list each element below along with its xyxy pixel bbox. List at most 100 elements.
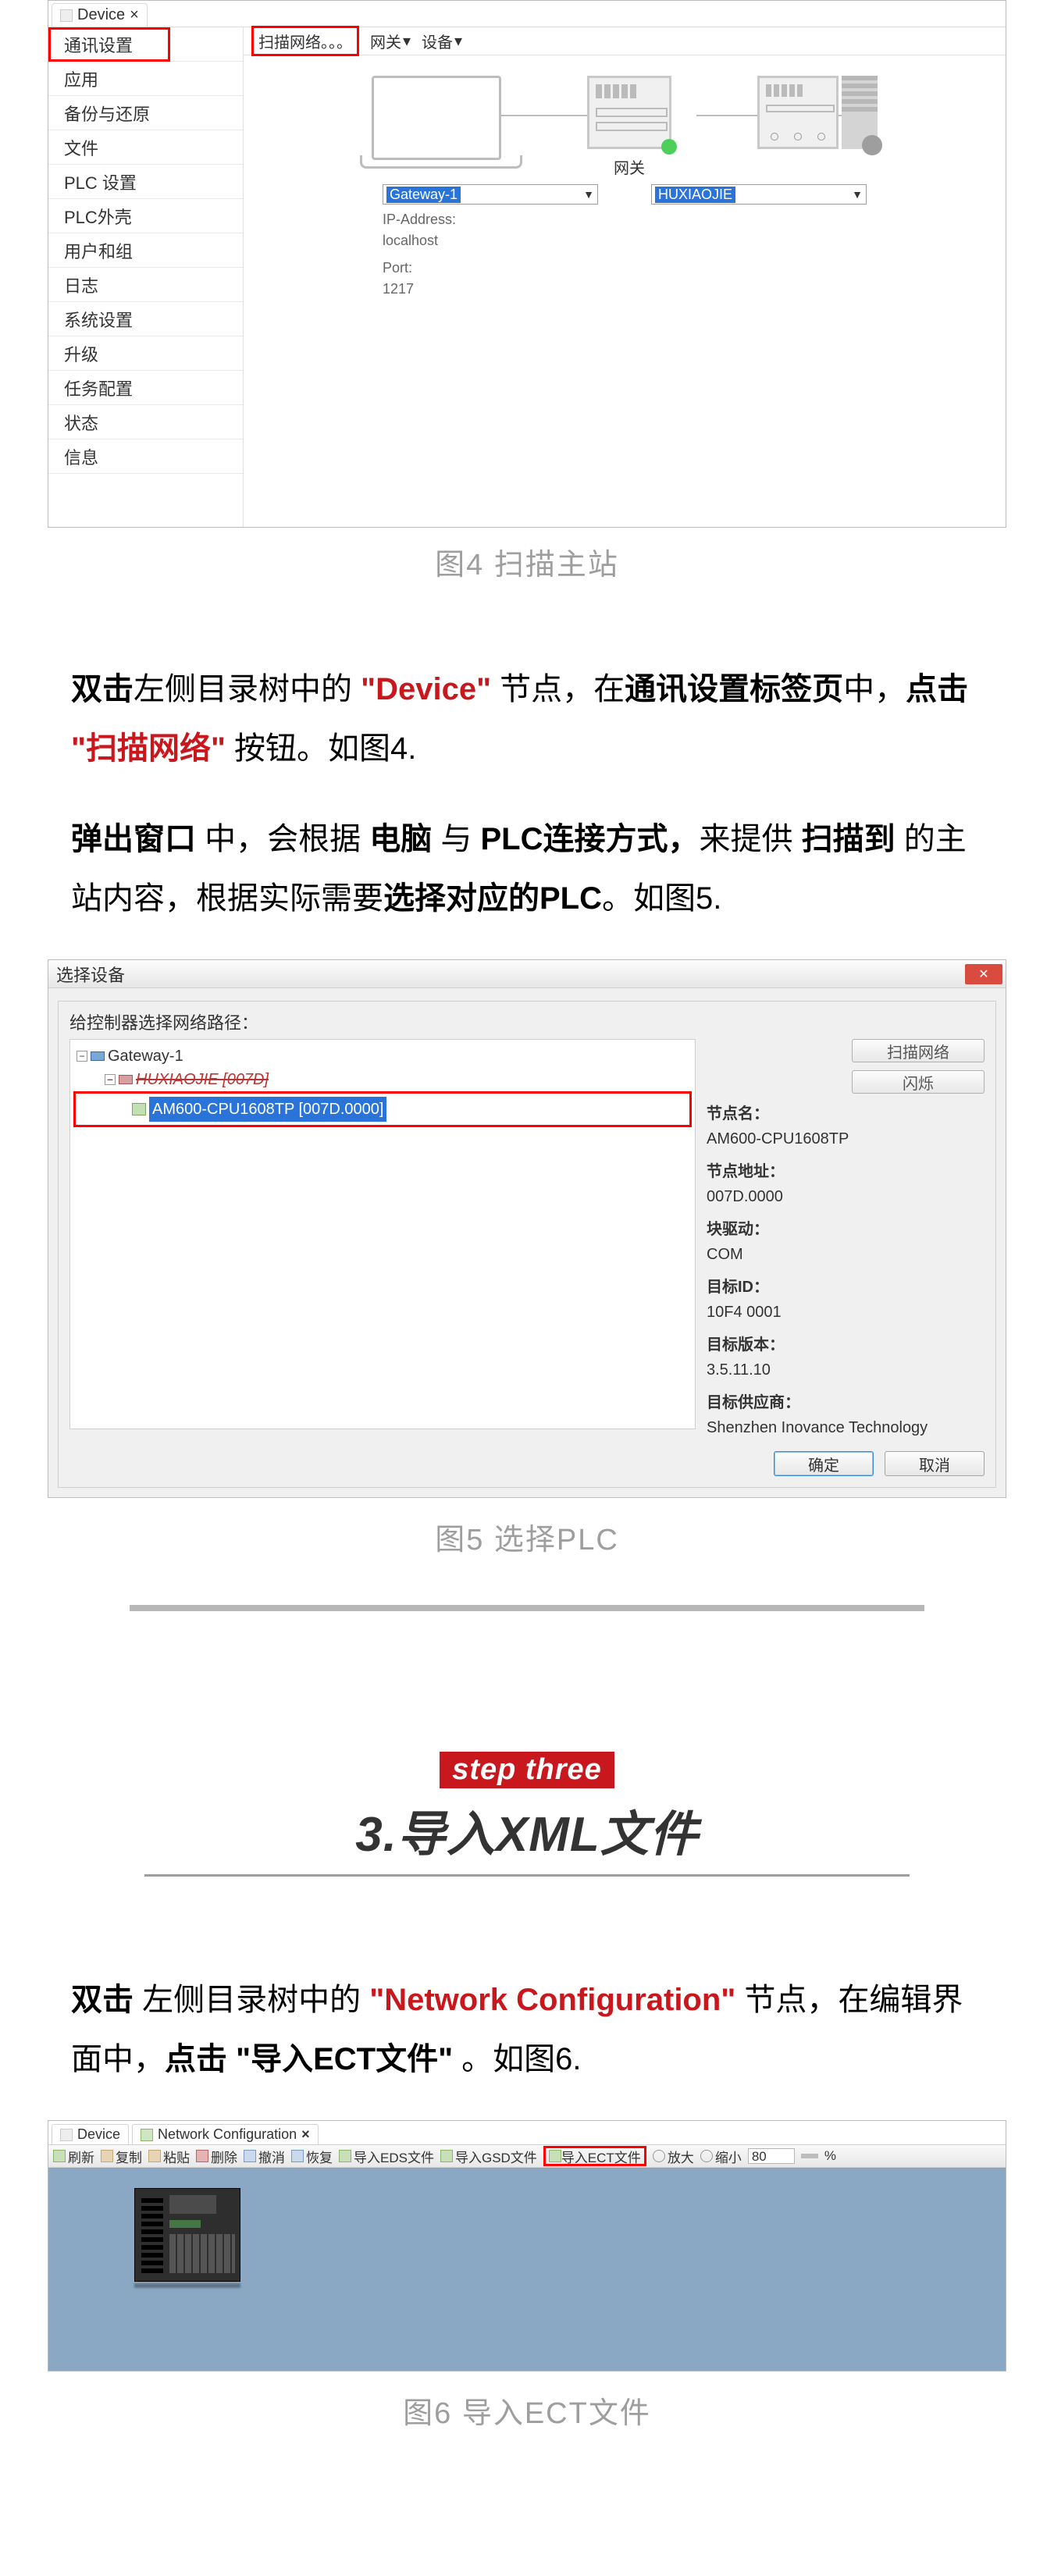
plc-icon [132,1103,146,1115]
fig4-tab-label: Device [77,6,125,24]
cancel-button[interactable]: 取消 [885,1451,985,1476]
fig4-tabstrip: Device × [48,1,1006,27]
dialog-title: 选择设备 [56,962,125,987]
undo-button[interactable]: 撤消 [244,2147,285,2166]
copy-icon [101,2150,113,2162]
fig6-toolbar: 刷新 复制 粘贴 删除 撤消 恢复 导入EDS文件 导入GSD文件 导入ECT文… [48,2144,1006,2168]
sidebar-item[interactable]: 通讯设置 [48,27,243,62]
detail-vendor: 目标供应商：Shenzhen Inovance Technology [707,1390,985,1440]
close-button[interactable]: ✕ [965,964,1002,984]
delete-button[interactable]: 删除 [196,2147,237,2166]
device-icon [757,76,839,149]
scan-network-button[interactable]: 扫描网络 [852,1039,985,1062]
fig5-select-device-dialog: 选择设备 ✕ 给控制器选择网络路径： − Gateway-1 − [48,959,1006,1498]
sidebar-item[interactable]: 备份与还原 [48,96,243,130]
toolbar-device[interactable]: 设备 ▾ [422,30,462,52]
sidebar-item[interactable]: 文件 [48,130,243,165]
device-icon [60,2129,73,2141]
detail-node-name: 节点名：AM600-CPU1608TP [707,1101,985,1151]
redo-icon [291,2150,304,2162]
sidebar-item[interactable]: 升级 [48,336,243,371]
fig4-tab-device[interactable]: Device × [52,3,148,27]
import-ect-button[interactable]: 导入ECT文件 [543,2146,646,2166]
sidebar-item[interactable]: 系统设置 [48,302,243,336]
gateway-block: 网关 [587,76,671,178]
fig4-caption: 图4 扫描主站 [0,540,1054,583]
sidebar-item[interactable]: 状态 [48,405,243,439]
refresh-button[interactable]: 刷新 [53,2147,94,2166]
percent-label: % [824,2148,836,2164]
device-block [757,76,878,149]
step-title: 3.导入XML文件 [71,1795,983,1865]
zoom-in-icon [653,2150,665,2162]
paragraph-1: 双击左侧目录树中的 "Device" 节点，在通讯设置标签页中，点击 "扫描网络… [71,660,983,778]
sidebar-item[interactable]: PLC 设置 [48,165,243,199]
plc-device-icon[interactable] [134,2188,240,2282]
blink-button[interactable]: 闪烁 [852,1070,985,1094]
paste-button[interactable]: 粘贴 [148,2147,190,2166]
fig6-tabstrip: Device Network Configuration × [48,2121,1006,2144]
gateway-label: 网关 [587,155,671,178]
step-rule [144,1874,910,1877]
fig6-tab-network-config[interactable]: Network Configuration × [132,2124,319,2144]
scan-network-button[interactable]: 扫描网络。。。 [251,26,359,56]
fig5-titlebar: 选择设备 ✕ [48,960,1006,988]
tree-root[interactable]: − Gateway-1 [73,1044,692,1068]
copy-button[interactable]: 复制 [101,2147,142,2166]
gateway-icon [91,1051,105,1061]
paragraph-2: 弹出窗口 中，会根据 电脑 与 PLC连接方式，来提供 扫描到 的主站内容，根据… [71,809,983,928]
fig6-caption: 图6 导入ECT文件 [0,2389,1054,2432]
dropdown-icon: ▾ [403,31,411,51]
paste-icon [148,2150,161,2162]
tree-node-strike[interactable]: − HUXIAOJIE [007D] [73,1068,692,1091]
fig5-heading: 给控制器选择网络路径： [69,1009,985,1034]
ok-button[interactable]: 确定 [774,1451,874,1476]
undo-icon [244,2150,256,2162]
import-eds-button[interactable]: 导入EDS文件 [339,2147,434,2166]
sidebar-item[interactable]: 日志 [48,268,243,302]
sidebar-item[interactable]: 任务配置 [48,371,243,405]
expand-icon[interactable]: − [77,1051,87,1062]
fig6-canvas[interactable] [48,2168,1006,2371]
detail-node-addr: 节点地址：007D.0000 [707,1159,985,1209]
fig4-device-window: Device × 通讯设置 应用 备份与还原 文件 PLC 设置 PLC外壳 用… [48,0,1006,528]
dropdown-icon: ▾ [454,31,462,51]
gateway-info: IP-Address:localhost Port:1217 [383,209,598,300]
gateway-select[interactable]: Gateway-1 ▼ [383,184,598,205]
file-icon [549,2150,561,2162]
device-select[interactable]: HUXIAOJIE ▼ [651,184,867,205]
fig5-caption: 图5 选择PLC [0,1515,1054,1558]
fig4-toolbar: 扫描网络。。。 网关 ▾ 设备 ▾ [244,27,1006,55]
gateway-icon [587,76,671,149]
toolbar-gateway[interactable]: 网关 ▾ [370,30,411,52]
sidebar-item[interactable]: 应用 [48,62,243,96]
sidebar-item[interactable]: 信息 [48,439,243,474]
redo-button[interactable]: 恢复 [291,2147,333,2166]
step3-heading: step three 3.导入XML文件 [71,1752,983,1877]
network-tree[interactable]: − Gateway-1 − HUXIAOJIE [007D] [69,1039,696,1429]
zoom-value-input[interactable]: 80 [748,2148,795,2164]
dropdown-icon: ▼ [852,188,863,201]
sidebar-item[interactable]: 用户和组 [48,233,243,268]
zoom-out-icon [700,2150,713,2162]
zoom-out-button[interactable]: 缩小 [700,2147,742,2166]
zoom-in-button[interactable]: 放大 [653,2147,694,2166]
zoom-slider[interactable] [801,2154,818,2158]
detail-target-ver: 目标版本：3.5.11.10 [707,1332,985,1382]
fig6-tab-device[interactable]: Device [52,2124,129,2144]
close-icon[interactable]: × [130,6,139,24]
fig5-right-panel: 扫描网络 闪烁 节点名：AM600-CPU1608TP 节点地址：007D.00… [696,1039,985,1440]
delete-icon [196,2150,208,2162]
tree-node-selected[interactable]: AM600-CPU1608TP [007D.0000] [76,1097,689,1122]
network-icon [141,2129,153,2141]
import-gsd-button[interactable]: 导入GSD文件 [440,2147,537,2166]
sidebar-item[interactable]: PLC外壳 [48,199,243,233]
device-icon [60,9,73,22]
dropdown-icon: ▼ [583,188,594,201]
paragraph-3: 双击 左侧目录树中的 "Network Configuration" 节点，在编… [71,1970,983,2089]
expand-icon[interactable]: − [105,1074,116,1085]
laptop-icon [372,76,501,160]
detail-driver: 块驱动：COM [707,1217,985,1267]
close-icon[interactable]: × [301,2126,310,2143]
file-icon [339,2150,351,2162]
